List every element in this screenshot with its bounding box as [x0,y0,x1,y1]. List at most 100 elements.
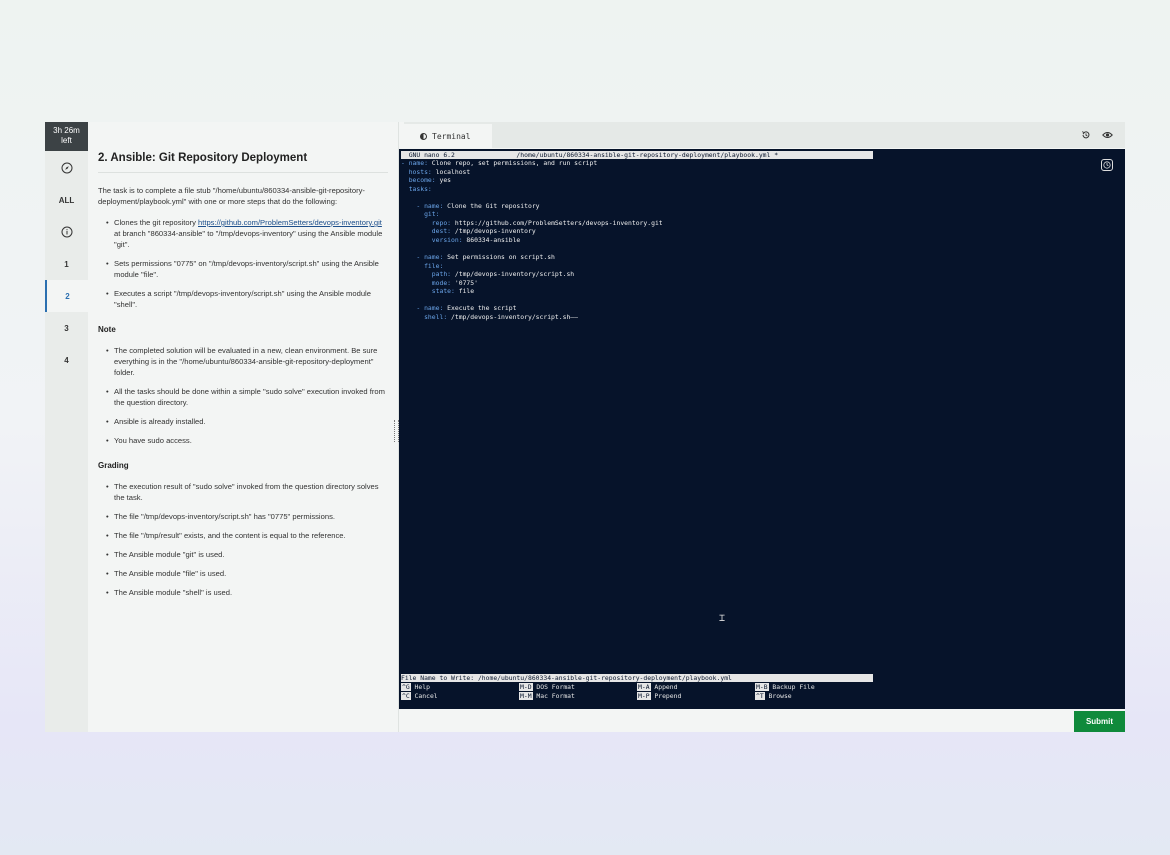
nav-question-1-label: 1 [64,259,69,269]
task-item: Clones the git repository https://github… [106,217,388,250]
shortcut-label: Help [410,683,430,691]
shortcut-label: Browse [764,691,792,700]
yaml-value: /tmp/devops-inventory/script.sh [451,270,575,279]
editor-content[interactable]: - name: Clone repo, set permissions, and… [401,159,663,321]
yaml-value: Clone the Git repository [443,201,540,210]
text-cursor-icon: ⌶ [719,613,726,624]
yaml-key: become: [401,176,436,185]
shortcut-item[interactable]: M-A Append [637,683,677,692]
shortcut-label: Mac Format [532,691,575,700]
note-heading: Note [98,325,116,334]
grading-item: The file "/tmp/devops-inventory/script.s… [106,511,388,522]
yaml-value: Set permissions on script.sh [443,253,555,262]
code-line: file: [401,262,663,271]
grading-heading: Grading [98,461,129,470]
nav-question-3[interactable]: 3 [45,312,88,344]
yaml-key: mode: [401,278,452,287]
submit-button[interactable]: Submit [1074,711,1125,732]
code-line: dest: /tmp/devops-inventory [401,227,663,236]
task-list: Clones the git repository https://github… [98,217,388,310]
question-intro: The task is to complete a file stub "/ho… [98,186,365,206]
eye-icon [1101,132,1113,138]
yaml-key: - name: [401,159,428,167]
history-button[interactable] [1080,129,1092,141]
yaml-value: /tmp/devops-inventory/script.sh—— [447,312,578,321]
nav-question-4[interactable]: 4 [45,344,88,376]
code-line: - name: Set permissions on script.sh [401,253,663,262]
code-line: mode: '0775' [401,279,663,288]
yaml-value: https://github.com/ProblemSetters/devops… [451,218,663,227]
info-icon [61,226,72,238]
task-item: Executes a script "/tmp/devops-inventory… [106,288,388,310]
shortcut-item[interactable]: M-P Prepend [637,691,681,701]
nav-question-2[interactable]: 2 [45,280,88,312]
code-line: - name: Clone the Git repository [401,202,663,211]
app-window: 3h 26m left ALL 1 2 3 4 2. Ansible: Git … [45,122,1125,732]
task-item: Sets permissions "0775" on "/tmp/devops-… [106,258,388,280]
history-icon [1081,131,1090,139]
compass-button[interactable] [45,152,88,184]
code-line: - name: Execute the script [401,304,663,313]
nav-question-4-label: 4 [64,355,69,365]
yaml-key: version: [401,235,463,244]
nav-all[interactable]: ALL [45,184,88,216]
shortcut-item[interactable]: M-B Backup File [755,683,815,692]
terminal-settings-button[interactable] [1101,159,1113,171]
yaml-key: repo: [401,218,452,227]
compass-icon [61,162,72,174]
time-remaining-value: 3h 26m [53,126,80,135]
file-name-prompt[interactable]: File Name to Write: /home/ubuntu/860334-… [401,674,873,682]
tab-terminal[interactable]: Terminal [404,124,492,148]
yaml-key: state: [401,287,455,296]
yaml-value: 860334-ansible [462,235,521,244]
grading-item: The Ansible module "shell" is used. [106,587,388,598]
yaml-key: tasks: [401,184,432,193]
nav-question-3-label: 3 [64,323,69,333]
shortcut-key: M-D [519,683,533,691]
terminal-tabbar: Terminal [404,122,1125,148]
info-button[interactable] [45,216,88,248]
code-line: version: 860334-ansible [401,236,663,245]
note-list: The completed solution will be evaluated… [98,345,388,446]
shortcut-label: Append [650,683,678,691]
yaml-value: Clone repo, set permissions, and run scr… [427,159,598,167]
shortcut-item[interactable]: M-M Mac Format [519,691,575,701]
shortcut-item[interactable]: ^C Cancel [401,691,438,701]
nav-all-label: ALL [58,195,75,205]
terminal-screen[interactable]: GNU nano 6.2 /home/ubuntu/860334-ansible… [399,149,1125,709]
note-item: All the tasks should be done within a si… [106,386,388,408]
code-line: tasks: [401,185,663,194]
nav-question-2-label: 2 [65,291,70,301]
yaml-key: file: [401,261,444,270]
yaml-key: shell: [401,312,448,321]
yaml-value: file [454,287,475,296]
shortcut-label: Cancel [410,691,438,700]
shortcut-key: ^C [401,691,411,700]
preview-button[interactable] [1101,129,1113,141]
repo-link[interactable]: https://github.com/ProblemSetters/devops… [198,218,382,227]
shortcut-row: ^G Help M-D DOS Format M-A Append M-B Backu… [401,683,921,692]
question-title: 2. Ansible: Git Repository Deployment [98,152,388,173]
shortcut-key: M-A [637,683,651,691]
shortcut-label: DOS Format [532,683,575,691]
yaml-key: git: [401,210,440,219]
shortcut-key: ^G [401,683,411,691]
yaml-key: path: [401,270,452,279]
shortcut-label: Backup File [768,683,815,691]
grading-item: The Ansible module "git" is used. [106,549,388,560]
nav-question-1[interactable]: 1 [45,248,88,280]
shortcut-item[interactable]: ^T Browse [755,691,792,701]
shortcut-item[interactable]: ^G Help [401,683,430,692]
question-nav: 3h 26m left ALL 1 2 3 4 [45,122,88,732]
yaml-key: dest: [401,227,452,236]
yaml-value: Execute the script [443,304,517,313]
code-line: shell: /tmp/devops-inventory/script.sh—— [401,313,663,322]
code-line: state: file [401,287,663,296]
grading-item: The execution result of "sudo solve" inv… [106,481,388,503]
shortcut-item[interactable]: M-D DOS Format [519,683,575,692]
clock-icon [1103,161,1111,169]
note-item: You have sudo access. [106,435,388,446]
